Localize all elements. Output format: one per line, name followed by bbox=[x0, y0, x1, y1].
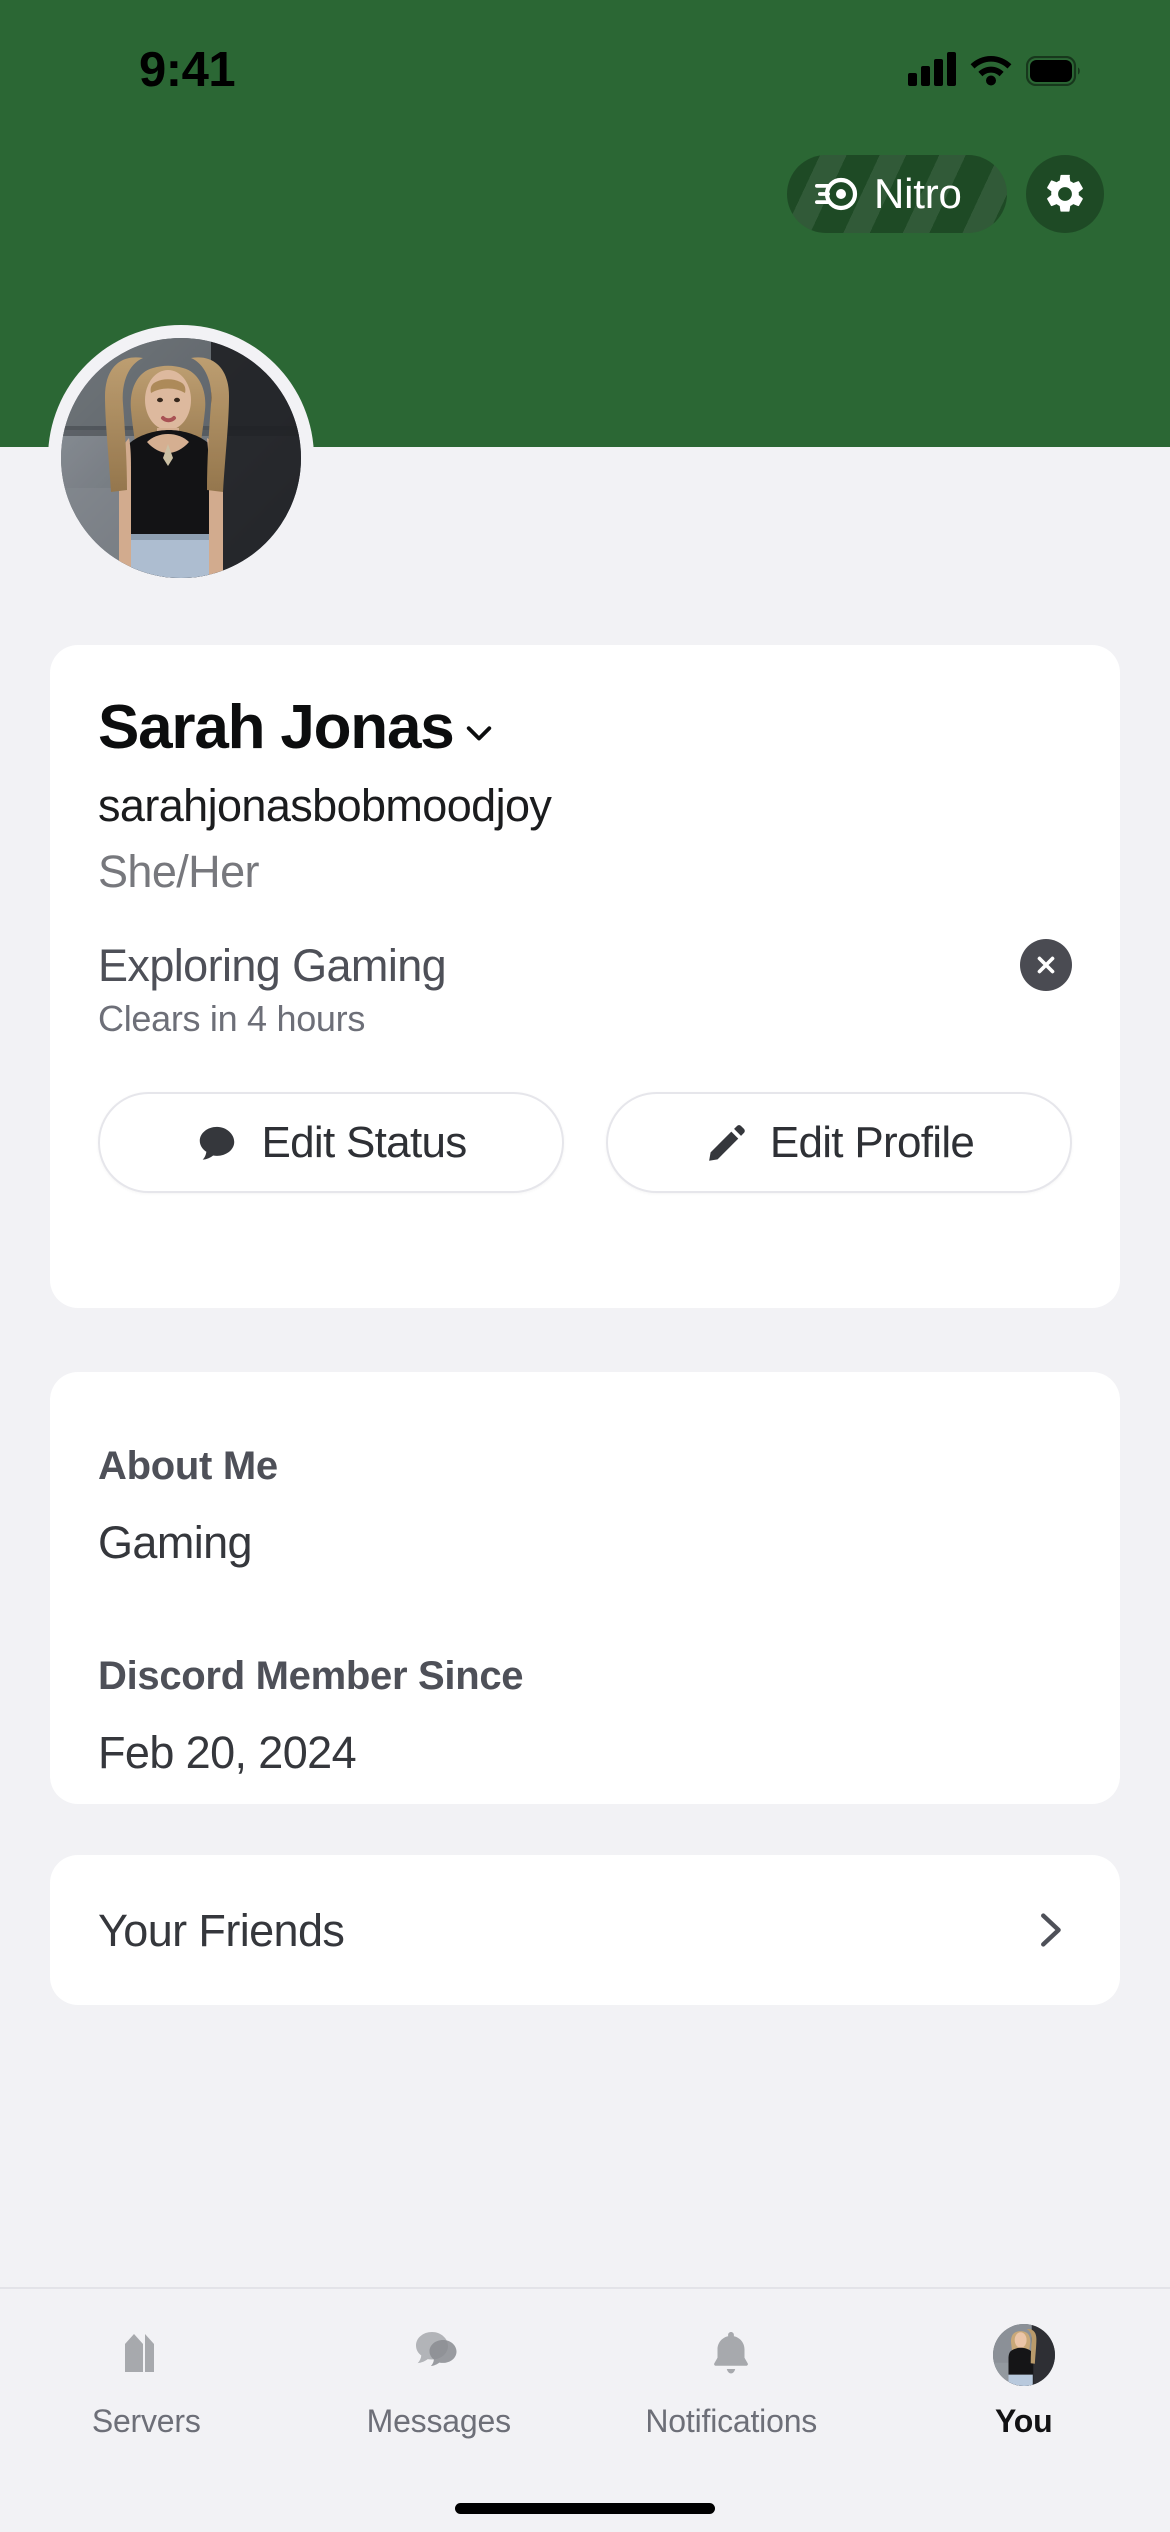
gear-icon bbox=[1047, 174, 1083, 212]
username: sarahjonasbobmoodjoy bbox=[98, 780, 552, 831]
tab-notifications[interactable]: Notifications bbox=[585, 2321, 878, 2437]
tab-you-label: You bbox=[995, 2403, 1053, 2439]
member-since-body: Feb 20, 2024 bbox=[98, 1727, 357, 1778]
edit-profile-label: Edit Profile bbox=[769, 1117, 975, 1167]
settings-button[interactable] bbox=[1026, 155, 1104, 233]
tab-messages[interactable]: Messages bbox=[293, 2321, 586, 2437]
battery-icon bbox=[1026, 56, 1080, 86]
cellular-signal-icon bbox=[908, 52, 956, 86]
profile-card: Sarah Jonas sarahjonasbobmoodjoy She/Her… bbox=[50, 645, 1120, 1308]
wifi-icon bbox=[970, 56, 1012, 86]
status-bar: 9:41 bbox=[0, 0, 1170, 115]
about-card: About Me Gaming Discord Member Since Feb… bbox=[50, 1372, 1120, 1804]
tab-messages-label: Messages bbox=[366, 2403, 511, 2439]
tab-avatar-image bbox=[992, 2324, 1055, 2386]
home-indicator bbox=[455, 2503, 715, 2514]
clear-status-button[interactable] bbox=[1020, 939, 1072, 991]
display-name: Sarah Jonas bbox=[98, 693, 455, 762]
avatar[interactable] bbox=[48, 325, 314, 591]
tab-notifications-label: Notifications bbox=[645, 2403, 818, 2439]
speech-bubble-icon bbox=[200, 1126, 235, 1160]
your-friends-row[interactable]: Your Friends bbox=[50, 1855, 1120, 2005]
pronouns: She/Her bbox=[98, 846, 259, 897]
nitro-button-label: Nitro bbox=[874, 170, 962, 217]
tab-servers-label: Servers bbox=[91, 2403, 201, 2439]
tab-you[interactable]: You bbox=[878, 2321, 1170, 2437]
status-bar-indicators bbox=[908, 52, 1082, 86]
your-friends-label: Your Friends bbox=[98, 1904, 345, 1956]
chevron-right-icon bbox=[1041, 1913, 1061, 1947]
header-actions: Nitro bbox=[787, 155, 1104, 233]
profile-action-buttons: Edit Status Edit Profile bbox=[98, 1092, 1072, 1193]
display-name-row[interactable]: Sarah Jonas bbox=[98, 697, 498, 759]
about-me-body: Gaming bbox=[98, 1517, 253, 1568]
servers-icon bbox=[112, 2321, 180, 2389]
tab-servers[interactable]: Servers bbox=[0, 2321, 293, 2437]
custom-status-text: Exploring Gaming bbox=[98, 939, 447, 991]
bottom-tab-bar: Servers Messages Notifications You bbox=[0, 2287, 1170, 2532]
edit-status-button[interactable]: Edit Status bbox=[98, 1092, 564, 1193]
chevron-down-icon[interactable] bbox=[460, 714, 498, 752]
tab-list: Servers Messages Notifications You bbox=[0, 2321, 1170, 2437]
about-me-heading: About Me bbox=[98, 1444, 278, 1488]
pencil-icon bbox=[708, 1124, 745, 1161]
member-since-heading: Discord Member Since bbox=[98, 1654, 524, 1698]
close-icon bbox=[1037, 956, 1055, 974]
avatar-icon bbox=[990, 2321, 1058, 2389]
status-bar-time: 9:41 bbox=[139, 43, 236, 97]
edit-status-label: Edit Status bbox=[261, 1117, 467, 1167]
custom-status-row: Exploring Gaming bbox=[98, 935, 1072, 995]
nitro-wheel-icon bbox=[815, 177, 858, 211]
nitro-button[interactable]: Nitro bbox=[787, 155, 1007, 233]
edit-profile-button[interactable]: Edit Profile bbox=[606, 1092, 1072, 1193]
status-expiry: Clears in 4 hours bbox=[98, 998, 366, 1039]
bell-icon bbox=[697, 2321, 765, 2389]
messages-icon bbox=[405, 2321, 473, 2389]
avatar-image bbox=[61, 338, 301, 578]
